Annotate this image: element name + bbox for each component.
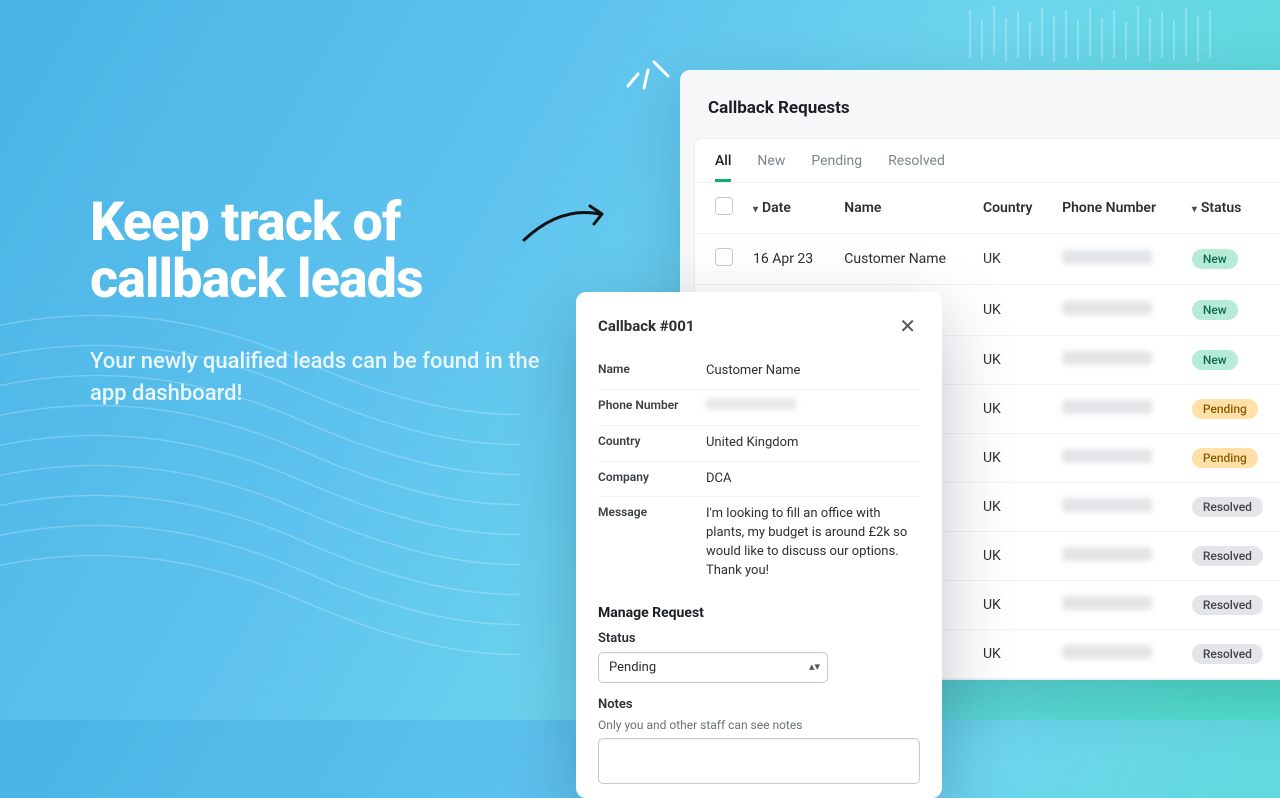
cell-country: UK bbox=[973, 581, 1052, 630]
notes-label: Notes bbox=[598, 697, 920, 712]
cell-status: Resolved bbox=[1182, 483, 1280, 532]
cell-country: UK bbox=[973, 385, 1052, 434]
cell-country: UK bbox=[973, 234, 1052, 285]
cell-name: Customer Name bbox=[834, 234, 973, 285]
tab-all[interactable]: All bbox=[715, 153, 731, 182]
spark-icon bbox=[620, 40, 670, 90]
cell-status: New bbox=[1182, 336, 1280, 385]
cell-status: Pending bbox=[1182, 434, 1280, 483]
detail-value-phone bbox=[706, 398, 796, 417]
cell-country: UK bbox=[973, 532, 1052, 581]
bg-bar-sparks bbox=[960, 0, 1240, 70]
cell-phone bbox=[1052, 434, 1182, 483]
manage-heading: Manage Request bbox=[598, 605, 920, 621]
cell-status: New bbox=[1182, 285, 1280, 336]
cell-phone bbox=[1052, 234, 1182, 285]
cell-status: New bbox=[1182, 234, 1280, 285]
detail-value-country: United Kingdom bbox=[706, 434, 798, 453]
callback-detail-card: Callback #001 ✕ Name Customer Name Phone… bbox=[576, 292, 942, 798]
dashboard-title: Callback Requests bbox=[680, 94, 1280, 130]
col-name[interactable]: Name bbox=[834, 183, 973, 234]
detail-value-company: DCA bbox=[706, 470, 731, 489]
cell-phone bbox=[1052, 630, 1182, 679]
detail-value-message: I'm looking to fill an office with plant… bbox=[706, 505, 920, 580]
hero-subtitle: Your newly qualified leads can be found … bbox=[90, 346, 570, 410]
cell-status: Resolved bbox=[1182, 532, 1280, 581]
tab-bar: All New Pending Resolved bbox=[695, 143, 1280, 183]
col-date[interactable]: ▾Date bbox=[743, 183, 834, 234]
status-select[interactable]: Pending bbox=[598, 652, 828, 683]
cell-country: UK bbox=[973, 483, 1052, 532]
cell-phone bbox=[1052, 532, 1182, 581]
detail-label-country: Country bbox=[598, 434, 706, 453]
cell-phone bbox=[1052, 285, 1182, 336]
tab-resolved[interactable]: Resolved bbox=[888, 153, 945, 182]
notes-textarea[interactable] bbox=[598, 738, 920, 784]
cell-phone bbox=[1052, 483, 1182, 532]
detail-label-company: Company bbox=[598, 470, 706, 489]
detail-value-name: Customer Name bbox=[706, 362, 800, 381]
cell-country: UK bbox=[973, 434, 1052, 483]
tab-pending[interactable]: Pending bbox=[811, 153, 862, 182]
detail-label-name: Name bbox=[598, 362, 706, 381]
cell-status: Resolved bbox=[1182, 630, 1280, 679]
cell-phone bbox=[1052, 336, 1182, 385]
select-all-checkbox[interactable] bbox=[715, 197, 733, 215]
hero-title: Keep track of callback leads bbox=[90, 195, 570, 308]
cell-phone bbox=[1052, 581, 1182, 630]
col-status[interactable]: ▾Status bbox=[1182, 183, 1280, 234]
cell-status: Pending bbox=[1182, 385, 1280, 434]
detail-label-phone: Phone Number bbox=[598, 398, 706, 417]
sort-caret-icon: ▾ bbox=[753, 204, 758, 215]
col-country[interactable]: Country bbox=[973, 183, 1052, 234]
close-icon[interactable]: ✕ bbox=[895, 312, 920, 340]
cell-country: UK bbox=[973, 336, 1052, 385]
cell-country: UK bbox=[973, 630, 1052, 679]
tab-new[interactable]: New bbox=[757, 153, 785, 182]
cell-country: UK bbox=[973, 285, 1052, 336]
cell-phone bbox=[1052, 385, 1182, 434]
sort-caret-icon: ▾ bbox=[1192, 204, 1197, 215]
detail-title: Callback #001 bbox=[598, 317, 695, 335]
status-label: Status bbox=[598, 631, 920, 646]
col-phone[interactable]: Phone Number bbox=[1052, 183, 1182, 234]
table-row[interactable]: 16 Apr 23Customer NameUKNewI'm look bbox=[695, 234, 1280, 285]
row-checkbox[interactable] bbox=[715, 248, 733, 266]
detail-label-message: Message bbox=[598, 505, 706, 580]
cell-date: 16 Apr 23 bbox=[743, 234, 834, 285]
cell-status: Resolved bbox=[1182, 581, 1280, 630]
